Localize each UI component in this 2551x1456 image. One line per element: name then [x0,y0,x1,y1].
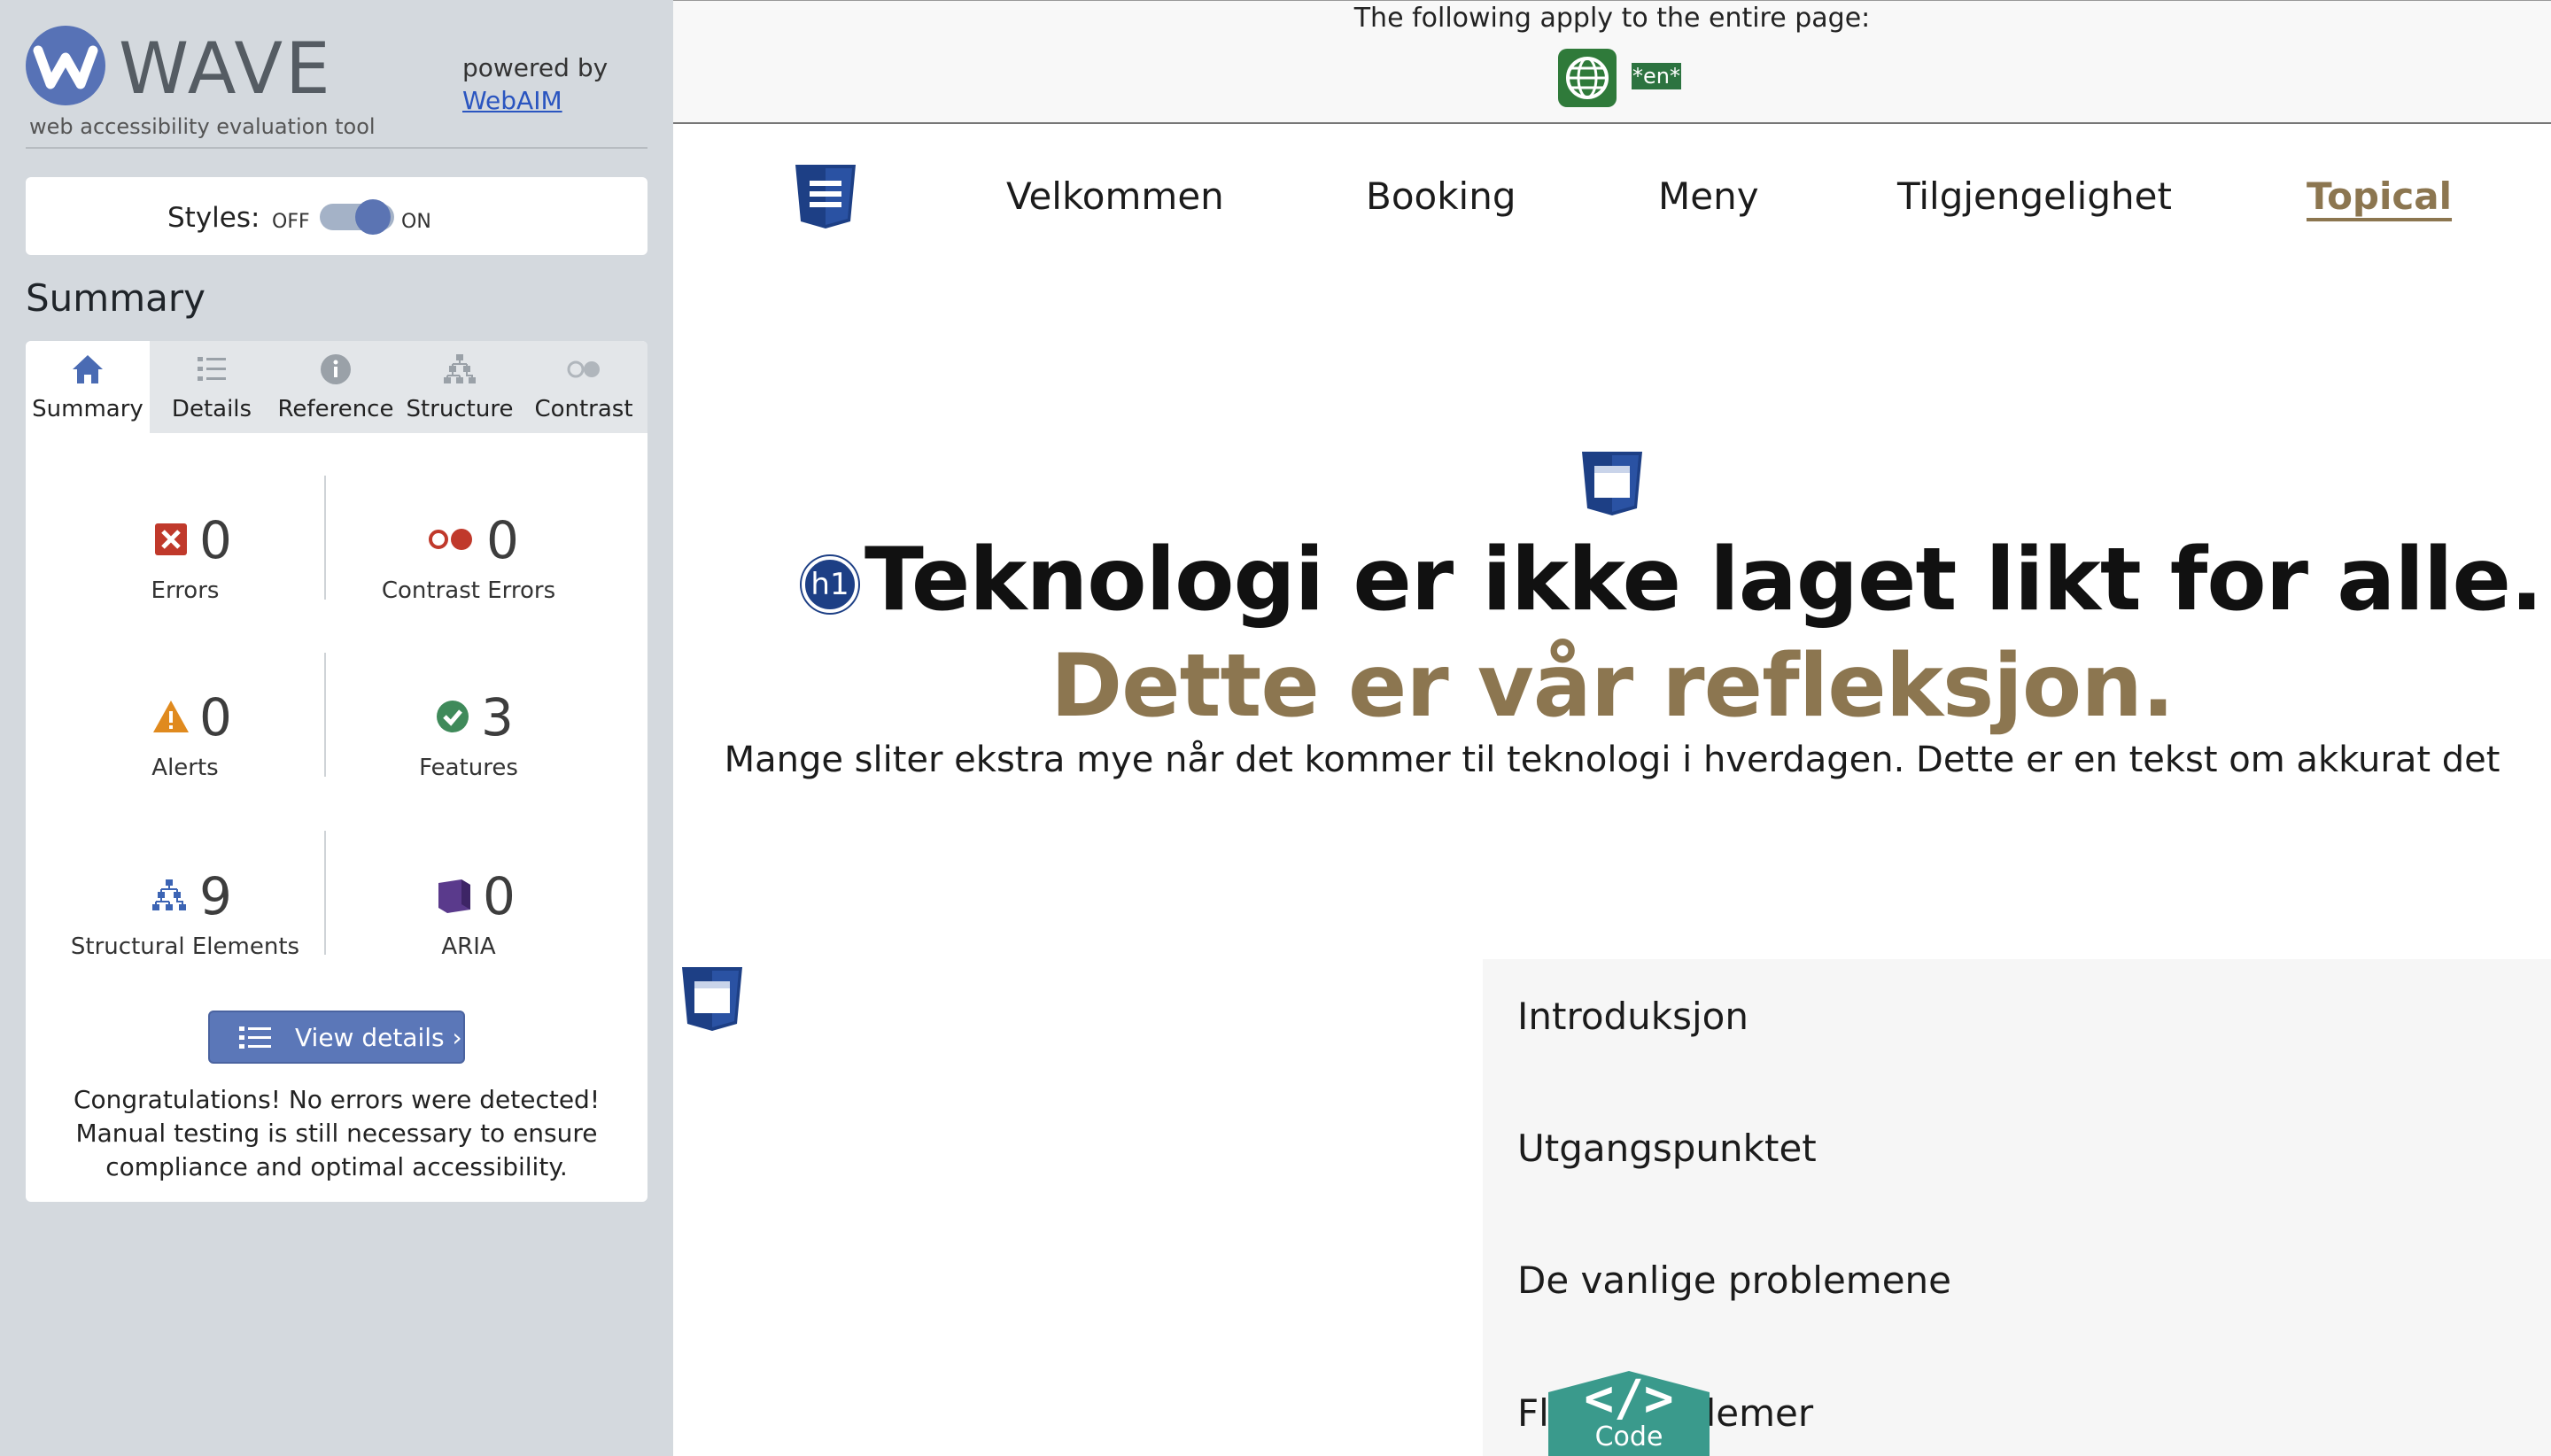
divider [324,831,326,955]
info-icon [321,354,351,384]
landmark-aside-icon[interactable] [680,965,744,1033]
tab-label: Structure [406,396,514,422]
structural-label: Structural Elements [70,933,300,960]
wave-logo-icon [26,26,105,105]
nav-link-topical[interactable]: Topical [2307,174,2452,220]
stat-errors[interactable]: 0 Errors [43,509,327,651]
toc-item-introduksjon[interactable]: Introduksjon [1517,994,1748,1040]
error-icon [155,523,187,555]
errors-count: 0 [199,510,232,570]
panel-tabbar: Summary Details Reference Structure Cont… [26,341,647,433]
summary-heading: Summary [26,276,205,320]
contrast-error-icon [429,529,472,550]
feature-icon [437,701,469,732]
features-label: Features [419,755,518,781]
styles-toggle-box: Styles: OFF ON [26,177,647,255]
page-level-banner: The following apply to the entire page: … [673,0,2551,124]
home-icon [73,355,103,383]
structure-icon [444,354,476,383]
tab-reference[interactable]: Reference [274,341,398,433]
styles-on-label: ON [401,211,431,233]
hero-intro: Mange sliter ekstra mye når det kommer t… [724,740,2501,780]
stat-structural-elements[interactable]: 9 Structural Elements [43,865,327,1007]
tab-label: Reference [277,396,394,422]
stat-contrast-errors[interactable]: 0 Contrast Errors [327,509,610,651]
contrast-errors-label: Contrast Errors [381,577,556,604]
language-globe-icon[interactable] [1558,49,1617,107]
divider [324,476,326,600]
tab-details[interactable]: Details [150,341,274,433]
styles-label: Styles: [167,202,260,234]
congrats-message: Congratulations! No errors were detected… [73,1085,601,1181]
language-badge[interactable]: *en* [1632,63,1681,89]
toc-item-utgangspunktet[interactable]: Utgangspunktet [1517,1126,1817,1172]
h1-heading-icon[interactable]: h1 [802,556,858,613]
tab-structure[interactable]: Structure [398,341,522,433]
list-icon [198,357,226,381]
nav-link-booking[interactable]: Booking [1366,174,1516,220]
landmark-main-icon[interactable] [1580,450,1644,517]
list-icon [239,1026,271,1049]
divider [26,147,647,149]
tab-label: Details [171,396,252,422]
webaim-link[interactable]: WebAIM [462,86,562,116]
summary-panel: Summary Details Reference Structure Cont… [26,341,647,1202]
page-level-text: The following apply to the entire page: [1353,3,1871,34]
wave-sidebar: WAVE web accessibility evaluation tool p… [0,0,673,1456]
landmark-nav-icon[interactable] [794,163,857,230]
stat-features[interactable]: 3 Features [327,686,610,828]
code-icon: </> [1584,1370,1674,1428]
stat-alerts[interactable]: 0 Alerts [43,686,327,828]
tab-label: Contrast [534,396,633,422]
stat-aria[interactable]: 0 ARIA [327,865,610,1007]
alerts-label: Alerts [151,755,219,781]
features-count: 3 [481,687,514,747]
styles-toggle-knob[interactable] [355,199,391,235]
toc-item-problemene[interactable]: De vanlige problemene [1517,1258,1951,1304]
view-details-label: View details › [295,1023,462,1052]
structure-icon [152,879,186,910]
contrast-errors-count: 0 [486,510,519,570]
nav-link-velkommen[interactable]: Velkommen [1006,174,1224,220]
contrast-icon [567,360,600,378]
tab-summary[interactable]: Summary [26,341,150,433]
nav-link-meny[interactable]: Meny [1658,174,1759,220]
errors-label: Errors [151,577,220,604]
aria-icon [438,879,470,913]
code-tab-label: Code [1594,1421,1663,1452]
structural-count: 9 [199,866,232,926]
wave-logo-text: WAVE [119,27,333,110]
code-panel-tab[interactable]: </> Code [1548,1371,1710,1456]
tab-contrast[interactable]: Contrast [522,341,646,433]
hero-title: Teknologi er ikke laget likt for alle. [865,530,2543,631]
aria-label: ARIA [441,933,496,960]
wave-tagline: web accessibility evaluation tool [29,114,376,139]
view-details-button[interactable]: View details › [208,1011,465,1064]
styles-off-label: OFF [272,211,310,233]
divider [324,653,326,777]
aria-count: 0 [483,866,516,926]
nav-link-tilgjengelighet[interactable]: Tilgjengelighet [1897,174,2172,220]
powered-by-text: powered by [462,53,609,82]
tab-label: Summary [32,396,143,422]
hero-subtitle: Dette er vår refleksjon. [1050,636,2175,737]
alerts-count: 0 [199,687,232,747]
alert-icon [153,701,189,732]
